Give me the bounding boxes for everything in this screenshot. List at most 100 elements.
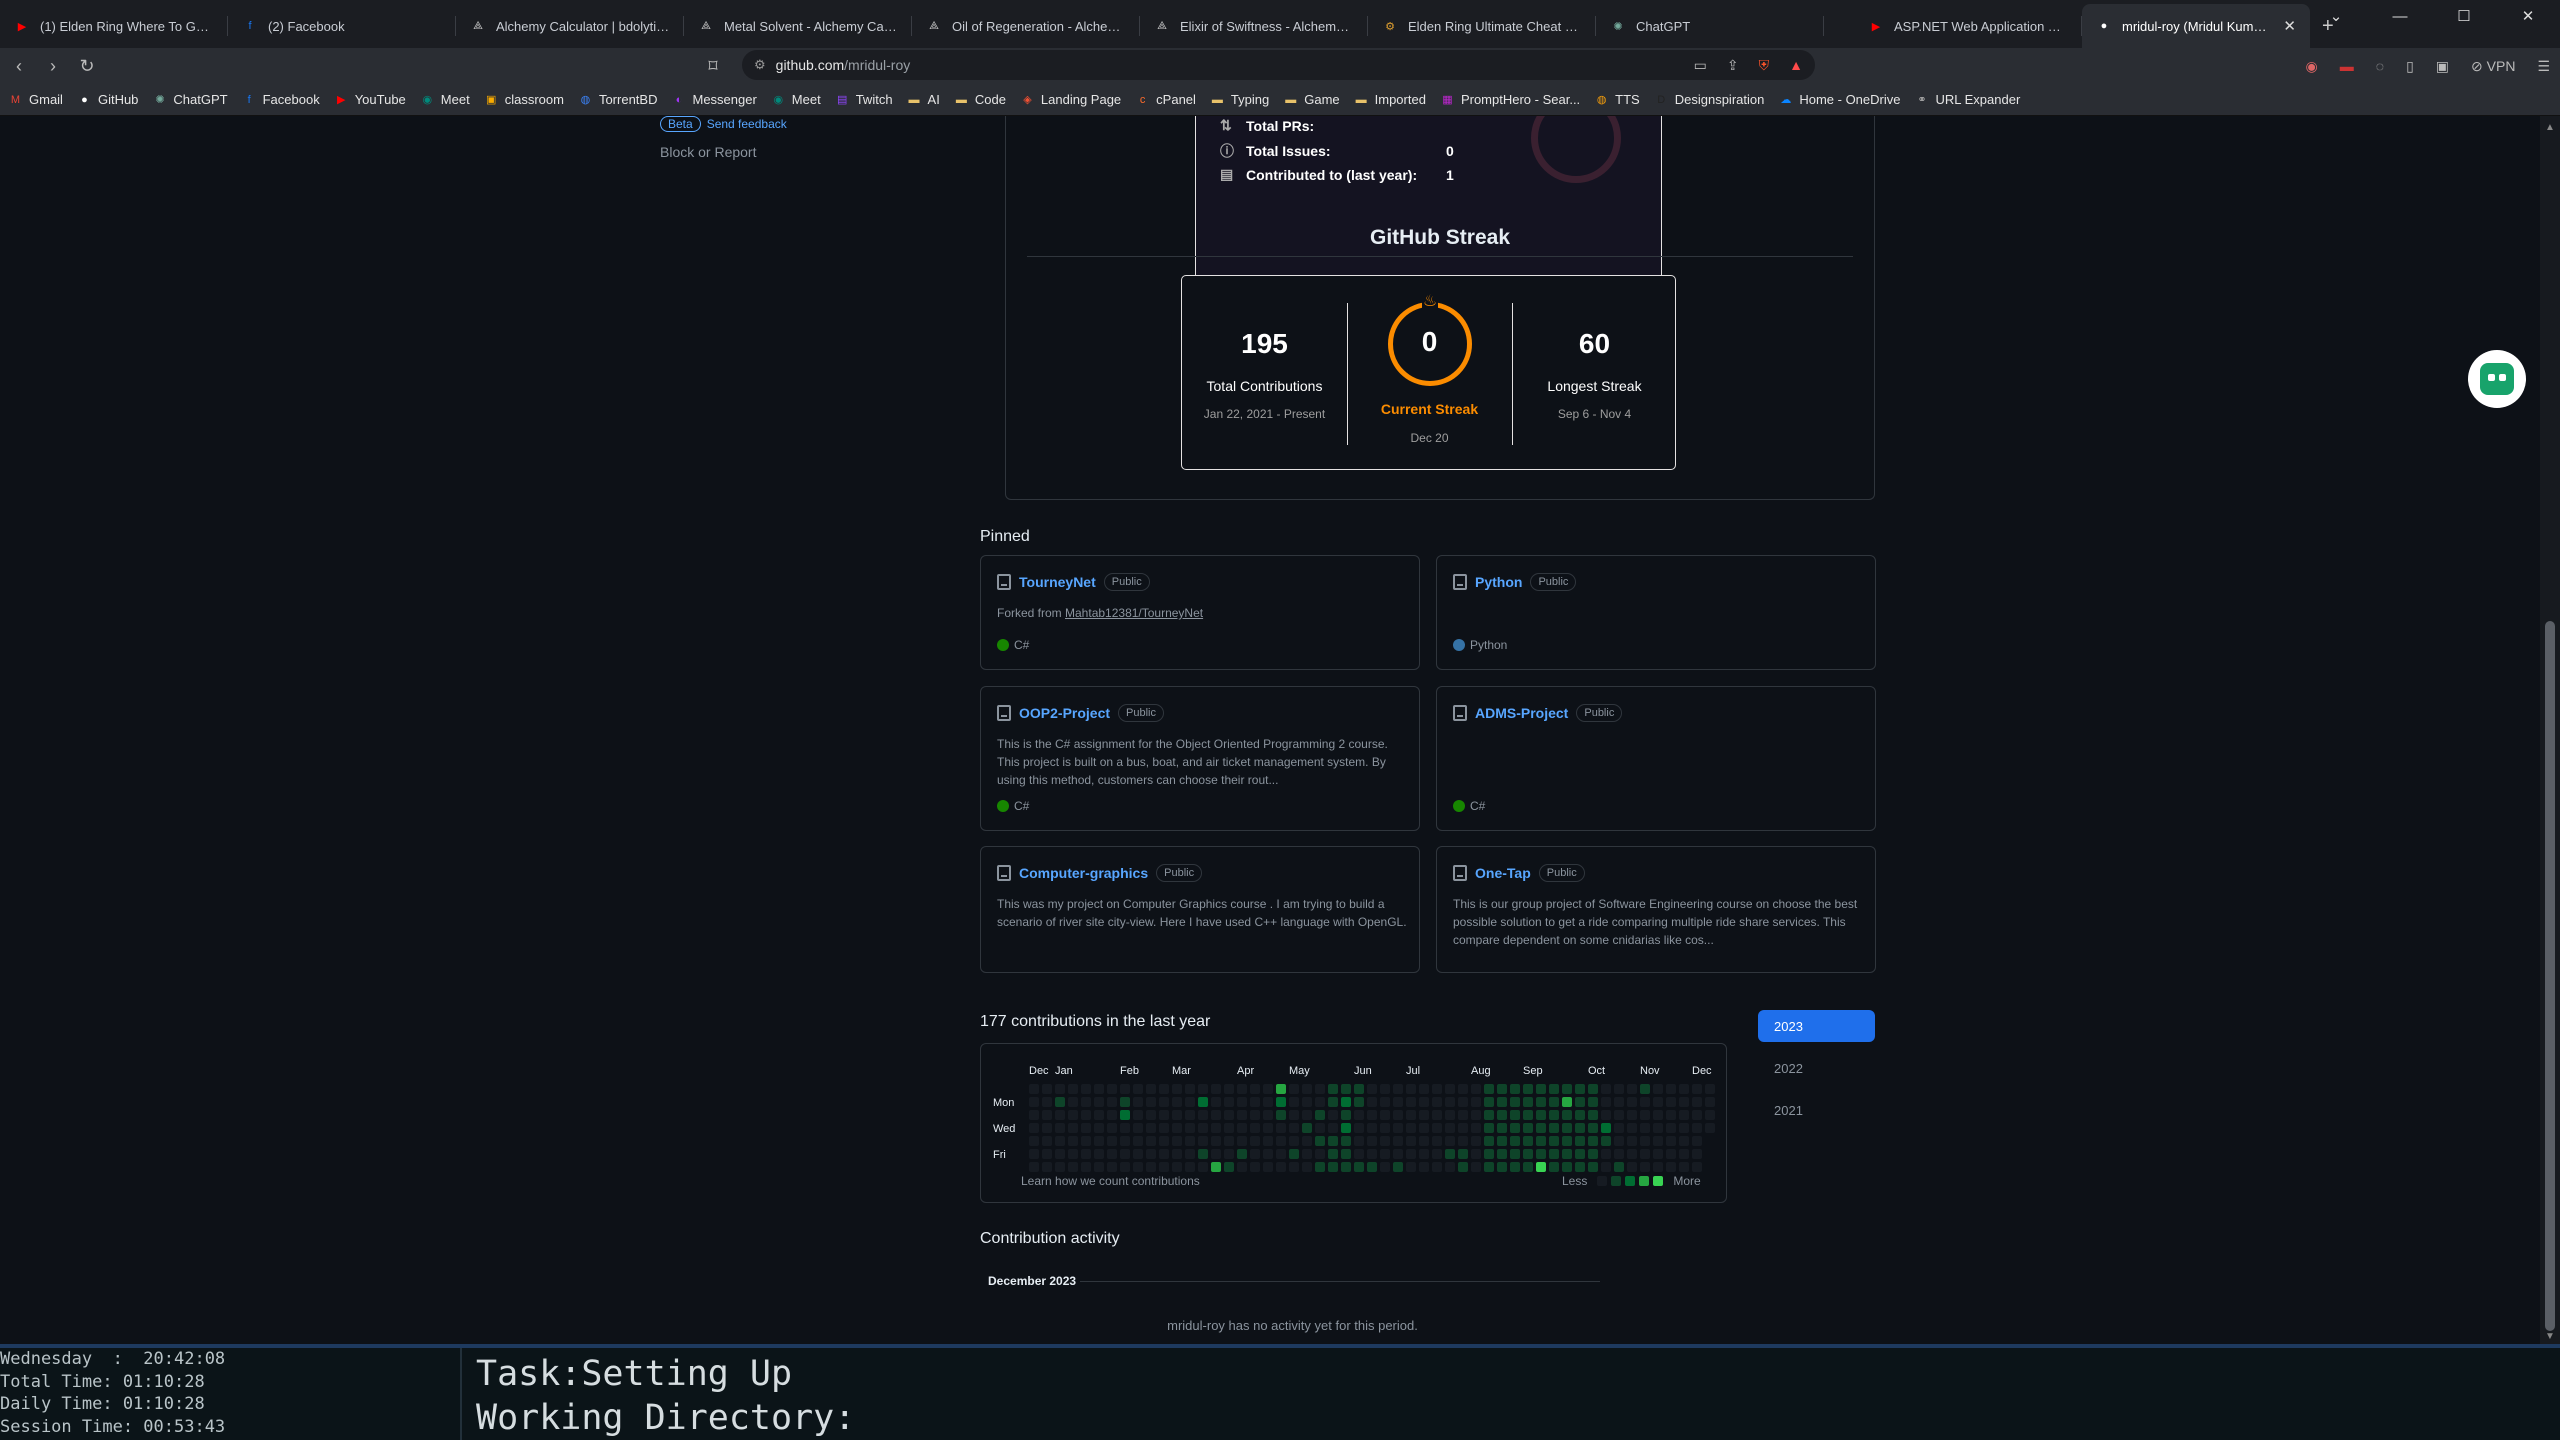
contribution-day[interactable] <box>1536 1149 1546 1159</box>
forward-button[interactable]: › <box>36 51 70 81</box>
contribution-day[interactable] <box>1224 1110 1234 1120</box>
contribution-day[interactable] <box>1133 1136 1143 1146</box>
contribution-day[interactable] <box>1692 1149 1702 1159</box>
contribution-day[interactable] <box>1367 1097 1377 1107</box>
chat-icon[interactable]: ◌ <box>2376 58 2384 74</box>
contribution-day[interactable] <box>1549 1084 1559 1094</box>
contribution-day[interactable] <box>1328 1084 1338 1094</box>
contribution-day[interactable] <box>1094 1110 1104 1120</box>
back-button[interactable]: ‹ <box>2 51 36 81</box>
contribution-day[interactable] <box>1341 1084 1351 1094</box>
contribution-day[interactable] <box>1588 1123 1598 1133</box>
contribution-day[interactable] <box>1393 1149 1403 1159</box>
contribution-day[interactable] <box>1328 1097 1338 1107</box>
contribution-day[interactable] <box>1263 1149 1273 1159</box>
bookmark-imported[interactable]: ▬ Imported <box>1354 92 1426 107</box>
contribution-day[interactable] <box>1380 1084 1390 1094</box>
contribution-day[interactable] <box>1185 1110 1195 1120</box>
contribution-day[interactable] <box>1133 1097 1143 1107</box>
contribution-day[interactable] <box>1068 1136 1078 1146</box>
contribution-day[interactable] <box>1237 1162 1247 1172</box>
contribution-day[interactable] <box>1224 1136 1234 1146</box>
contribution-day[interactable] <box>1263 1097 1273 1107</box>
contribution-day[interactable] <box>1575 1136 1585 1146</box>
contribution-day[interactable] <box>1640 1136 1650 1146</box>
contribution-day[interactable] <box>1198 1084 1208 1094</box>
contribution-day[interactable] <box>1458 1149 1468 1159</box>
contribution-day[interactable] <box>1419 1123 1429 1133</box>
contribution-day[interactable] <box>1133 1110 1143 1120</box>
contribution-day[interactable] <box>1081 1110 1091 1120</box>
contribution-day[interactable] <box>1406 1084 1416 1094</box>
contribution-day[interactable] <box>1120 1149 1130 1159</box>
contribution-day[interactable] <box>1159 1149 1169 1159</box>
sidebar-icon[interactable]: ▯ <box>2406 58 2414 75</box>
contribution-day[interactable] <box>1406 1162 1416 1172</box>
contribution-day[interactable] <box>1185 1123 1195 1133</box>
maximize-button[interactable]: ☐ <box>2432 0 2496 32</box>
contribution-day[interactable] <box>1536 1084 1546 1094</box>
contribution-day[interactable] <box>1185 1084 1195 1094</box>
share-icon[interactable]: ⇪ <box>1727 57 1739 74</box>
minimize-button[interactable]: — <box>2368 0 2432 32</box>
contribution-day[interactable] <box>1159 1097 1169 1107</box>
contribution-day[interactable] <box>1614 1084 1624 1094</box>
contribution-day[interactable] <box>1172 1123 1182 1133</box>
contribution-day[interactable] <box>1146 1123 1156 1133</box>
contribution-day[interactable] <box>1380 1110 1390 1120</box>
contribution-day[interactable] <box>1081 1149 1091 1159</box>
contribution-day[interactable] <box>1692 1162 1702 1172</box>
contribution-day[interactable] <box>1159 1123 1169 1133</box>
contribution-day[interactable] <box>1614 1097 1624 1107</box>
repo-name-link[interactable]: One-Tap <box>1475 865 1531 881</box>
contribution-day[interactable] <box>1172 1110 1182 1120</box>
contribution-day[interactable] <box>1536 1162 1546 1172</box>
contribution-day[interactable] <box>1029 1162 1039 1172</box>
contribution-day[interactable] <box>1263 1084 1273 1094</box>
contribution-day[interactable] <box>1250 1097 1260 1107</box>
contribution-day[interactable] <box>1497 1084 1507 1094</box>
contribution-day[interactable] <box>1042 1084 1052 1094</box>
contribution-day[interactable] <box>1276 1136 1286 1146</box>
contribution-day[interactable] <box>1406 1149 1416 1159</box>
bookmark-twitch[interactable]: ▤ Twitch <box>835 92 893 107</box>
contribution-day[interactable] <box>1601 1149 1611 1159</box>
contribution-day[interactable] <box>1406 1136 1416 1146</box>
contribution-day[interactable] <box>1107 1123 1117 1133</box>
contribution-day[interactable] <box>1419 1136 1429 1146</box>
contribution-day[interactable] <box>1666 1084 1676 1094</box>
contribution-day[interactable] <box>1510 1162 1520 1172</box>
send-feedback-link[interactable]: Send feedback <box>707 117 787 131</box>
contribution-day[interactable] <box>1523 1149 1533 1159</box>
contribution-day[interactable] <box>1484 1097 1494 1107</box>
assistant-bot-icon[interactable] <box>2468 350 2526 408</box>
contribution-day[interactable] <box>1393 1097 1403 1107</box>
contribution-day[interactable] <box>1042 1110 1052 1120</box>
contribution-day[interactable] <box>1536 1136 1546 1146</box>
contribution-day[interactable] <box>1549 1162 1559 1172</box>
contribution-day[interactable] <box>1198 1136 1208 1146</box>
contribution-day[interactable] <box>1458 1110 1468 1120</box>
contribution-day[interactable] <box>1055 1123 1065 1133</box>
tab[interactable]: ▶ (1) Elden Ring Where To Go First | <box>0 4 228 48</box>
contribution-day[interactable] <box>1263 1162 1273 1172</box>
contribution-day[interactable] <box>1211 1136 1221 1146</box>
contribution-day[interactable] <box>1406 1110 1416 1120</box>
block-report-link[interactable]: Block or Report <box>660 144 756 160</box>
contribution-day[interactable] <box>1471 1097 1481 1107</box>
contribution-day[interactable] <box>1198 1149 1208 1159</box>
contribution-day[interactable] <box>1302 1097 1312 1107</box>
contribution-day[interactable] <box>1289 1097 1299 1107</box>
contribution-day[interactable] <box>1250 1162 1260 1172</box>
contribution-day[interactable] <box>1120 1136 1130 1146</box>
contribution-day[interactable] <box>1380 1123 1390 1133</box>
contribution-day[interactable] <box>1107 1162 1117 1172</box>
contribution-day[interactable] <box>1588 1162 1598 1172</box>
contribution-day[interactable] <box>1471 1110 1481 1120</box>
contribution-day[interactable] <box>1055 1162 1065 1172</box>
contribution-day[interactable] <box>1172 1162 1182 1172</box>
bookmark-typing[interactable]: ▬ Typing <box>1210 92 1269 107</box>
contribution-day[interactable] <box>1484 1149 1494 1159</box>
contribution-day[interactable] <box>1445 1084 1455 1094</box>
contribution-day[interactable] <box>1081 1097 1091 1107</box>
